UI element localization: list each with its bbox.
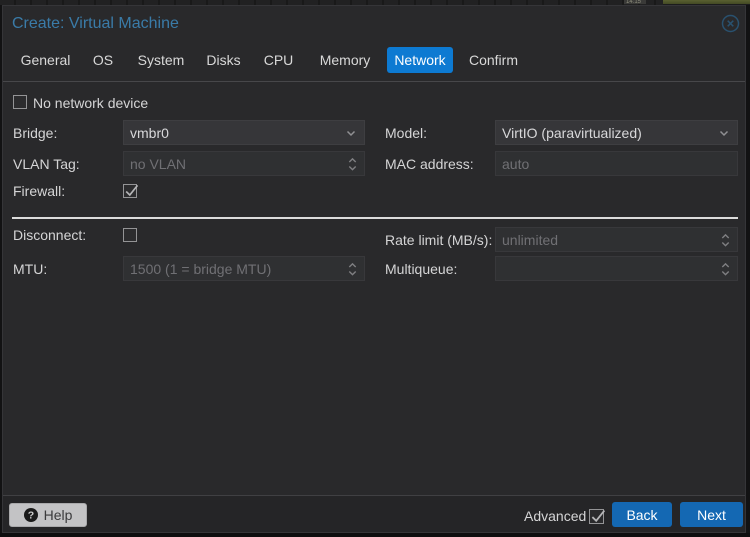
svg-text:?: ? — [27, 510, 33, 522]
